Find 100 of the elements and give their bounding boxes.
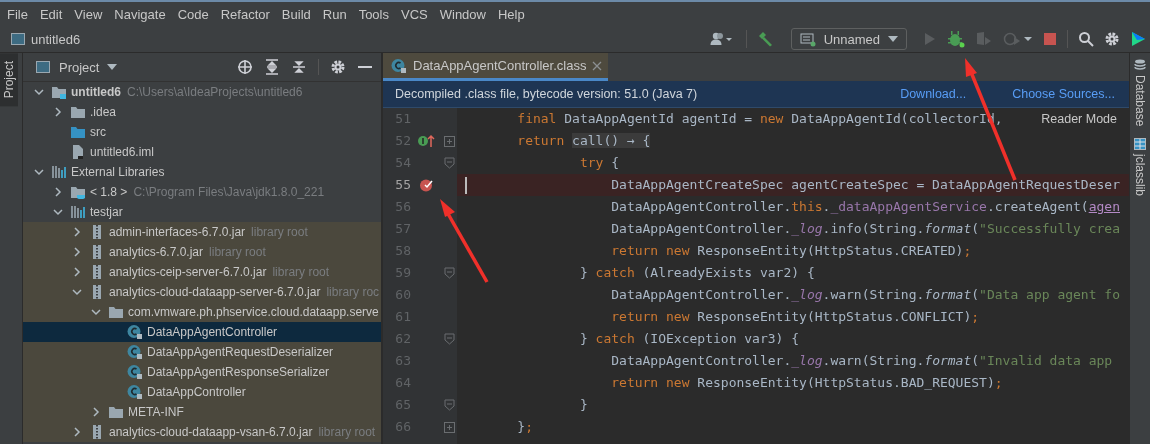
code-line: try { — [578, 154, 620, 172]
code-line: DataAppAgentController._log.warn(String.format("Data app agent fo — [610, 286, 1120, 304]
menu-item[interactable]: Run — [316, 6, 353, 22]
close-icon[interactable] — [592, 60, 603, 71]
code-line: DataAppAgentController._log.info(String.format("Successfully crea — [610, 220, 1120, 238]
breadcrumb-item[interactable]: untitled6 — [0, 31, 81, 47]
chevron-down-icon[interactable] — [52, 206, 64, 218]
menu-item[interactable]: Tools — [352, 6, 395, 22]
menu-item[interactable]: Help — [491, 6, 531, 22]
chevron-down-icon[interactable] — [33, 86, 45, 98]
banner-link[interactable]: Choose Sources... — [1012, 87, 1115, 101]
tree-item[interactable]: DataAppAgentRequestDeserializer — [23, 342, 381, 362]
tree-item[interactable]: META-INF — [23, 402, 381, 422]
folder-icon — [108, 304, 124, 320]
expand-all-icon[interactable] — [264, 59, 280, 75]
project-tool-tab[interactable]: Project — [0, 53, 18, 107]
code-line: return call() → { — [516, 132, 651, 150]
unfold-marker-icon[interactable] — [443, 421, 455, 433]
menu-item[interactable]: Edit — [33, 6, 69, 22]
tree-item[interactable]: analytics-cloud-dataapp-server-6.7.0.jar library roc — [23, 282, 381, 302]
fold-marker-icon[interactable] — [443, 157, 455, 169]
tree-item[interactable]: untitled6.iml — [23, 142, 381, 162]
locate-icon[interactable] — [237, 59, 253, 75]
tree-item[interactable]: DataAppController — [23, 382, 381, 402]
module-icon — [35, 59, 51, 75]
settings-icon[interactable] — [1104, 31, 1120, 47]
tree-item[interactable]: com.vmware.ph.phservice.cloud.dataapp.serve — [23, 302, 381, 322]
tree-item-hint: library roc — [326, 285, 380, 299]
chevron-down-icon[interactable] — [90, 306, 102, 318]
code-line: } catch (AlreadyExists var2) { — [578, 264, 815, 282]
tree-item-hint: library root — [209, 245, 266, 259]
tree-item[interactable]: .idea — [23, 102, 381, 122]
menu-item[interactable]: Build — [275, 6, 317, 22]
chevron-right-icon[interactable] — [90, 406, 102, 418]
class-icon — [391, 57, 407, 74]
menu-item[interactable]: VCS — [395, 6, 434, 22]
tree-item[interactable]: testjar — [23, 202, 381, 222]
run-config-icon — [799, 31, 816, 47]
tree-item[interactable]: DataAppAgentResponseSerializer — [23, 362, 381, 382]
search-icon[interactable] — [1078, 31, 1094, 47]
bug-icon[interactable] — [947, 30, 965, 48]
folder-icon — [108, 404, 124, 420]
code-line: } — [578, 396, 588, 414]
chevron-right-icon[interactable] — [71, 266, 83, 278]
tree-item[interactable]: analytics-6.7.0.jar library root — [23, 242, 381, 262]
implements-method-icon[interactable] — [417, 134, 435, 148]
menu-item[interactable]: Navigate — [108, 6, 172, 22]
breakpoint-icon[interactable] — [418, 177, 434, 193]
tree-item[interactable]: src — [23, 122, 381, 142]
tree-item-hint: C:\Program Files\Java\jdk1.8.0_221 — [133, 185, 325, 199]
menu-item[interactable]: Window — [433, 6, 492, 22]
editor-tab[interactable]: DataAppAgentController.class — [383, 53, 609, 81]
database-icon — [1134, 59, 1146, 71]
line-number: 55 — [394, 176, 411, 194]
chevron-right-icon[interactable] — [71, 226, 83, 238]
chevron-right-icon[interactable] — [52, 186, 64, 198]
project-view-dropdown[interactable]: Project — [35, 59, 118, 75]
unfold-marker-icon[interactable] — [443, 135, 455, 147]
tree-item[interactable]: analytics-cloud-dataapp-vsan-6.7.0.jar library root — [23, 422, 381, 442]
settings-icon[interactable] — [330, 59, 346, 75]
chevron-down-icon[interactable] — [33, 166, 45, 178]
file-icon — [70, 144, 86, 160]
tree-item[interactable]: admin-interfaces-6.7.0.jar library root — [23, 222, 381, 242]
tree-item[interactable]: < 1.8 > C:\Program Files\Java\jdk1.8.0_221 — [23, 182, 381, 202]
plugin-logo-icon[interactable] — [1130, 31, 1146, 47]
fold-marker-icon[interactable] — [443, 267, 455, 279]
code-line: return new ResponseEntity(HttpStatus.CONFLICT); — [610, 308, 980, 326]
chevron-right-icon[interactable] — [52, 106, 64, 118]
code-line: DataAppAgentController._log.warn(String.format("Invalid data app — [610, 352, 1113, 370]
tree-item[interactable]: untitled6 C:\Users\a\IdeaProjects\untitled6 — [23, 82, 381, 102]
class-icon — [127, 324, 143, 340]
class-icon — [127, 384, 143, 400]
notice-text: Decompiled .class file, bytecode version: 51.0 (Java 7) — [395, 87, 698, 101]
fold-marker-icon[interactable] — [443, 399, 455, 411]
banner-link[interactable]: Download... — [900, 87, 967, 101]
menu-item[interactable]: File — [1, 6, 34, 22]
library-icon — [51, 164, 67, 180]
library-icon — [70, 204, 86, 220]
tree-item-hint: C:\Users\a\IdeaProjects\untitled6 — [127, 85, 303, 99]
chevron-right-icon[interactable] — [71, 426, 83, 438]
caret-icon — [107, 64, 118, 70]
stop-icon[interactable] — [1043, 32, 1057, 46]
tree-item[interactable]: External Libraries — [23, 162, 381, 182]
tree-item[interactable]: analytics-ceip-server-6.7.0.jar library root — [23, 262, 381, 282]
tool-window-tab[interactable]: Database — [1130, 53, 1150, 133]
table-icon — [1134, 138, 1146, 151]
menu-item[interactable]: Code — [171, 6, 215, 22]
chevron-right-icon[interactable] — [71, 246, 83, 258]
jdk-folder-icon — [70, 184, 86, 200]
tree-item[interactable]: DataAppAgentController — [23, 322, 381, 342]
menu-item[interactable]: Refactor — [214, 6, 276, 22]
folder-icon — [70, 104, 86, 120]
module-icon — [10, 31, 26, 47]
caret-icon — [888, 36, 898, 42]
menu-item[interactable]: View — [68, 6, 109, 22]
chevron-down-icon[interactable] — [71, 286, 83, 298]
collapse-all-icon[interactable] — [291, 59, 307, 75]
tool-window-tab[interactable]: jclasslib — [1130, 132, 1150, 203]
fold-marker-icon[interactable] — [443, 333, 455, 345]
run-configuration-dropdown[interactable]: Unnamed — [790, 28, 907, 50]
